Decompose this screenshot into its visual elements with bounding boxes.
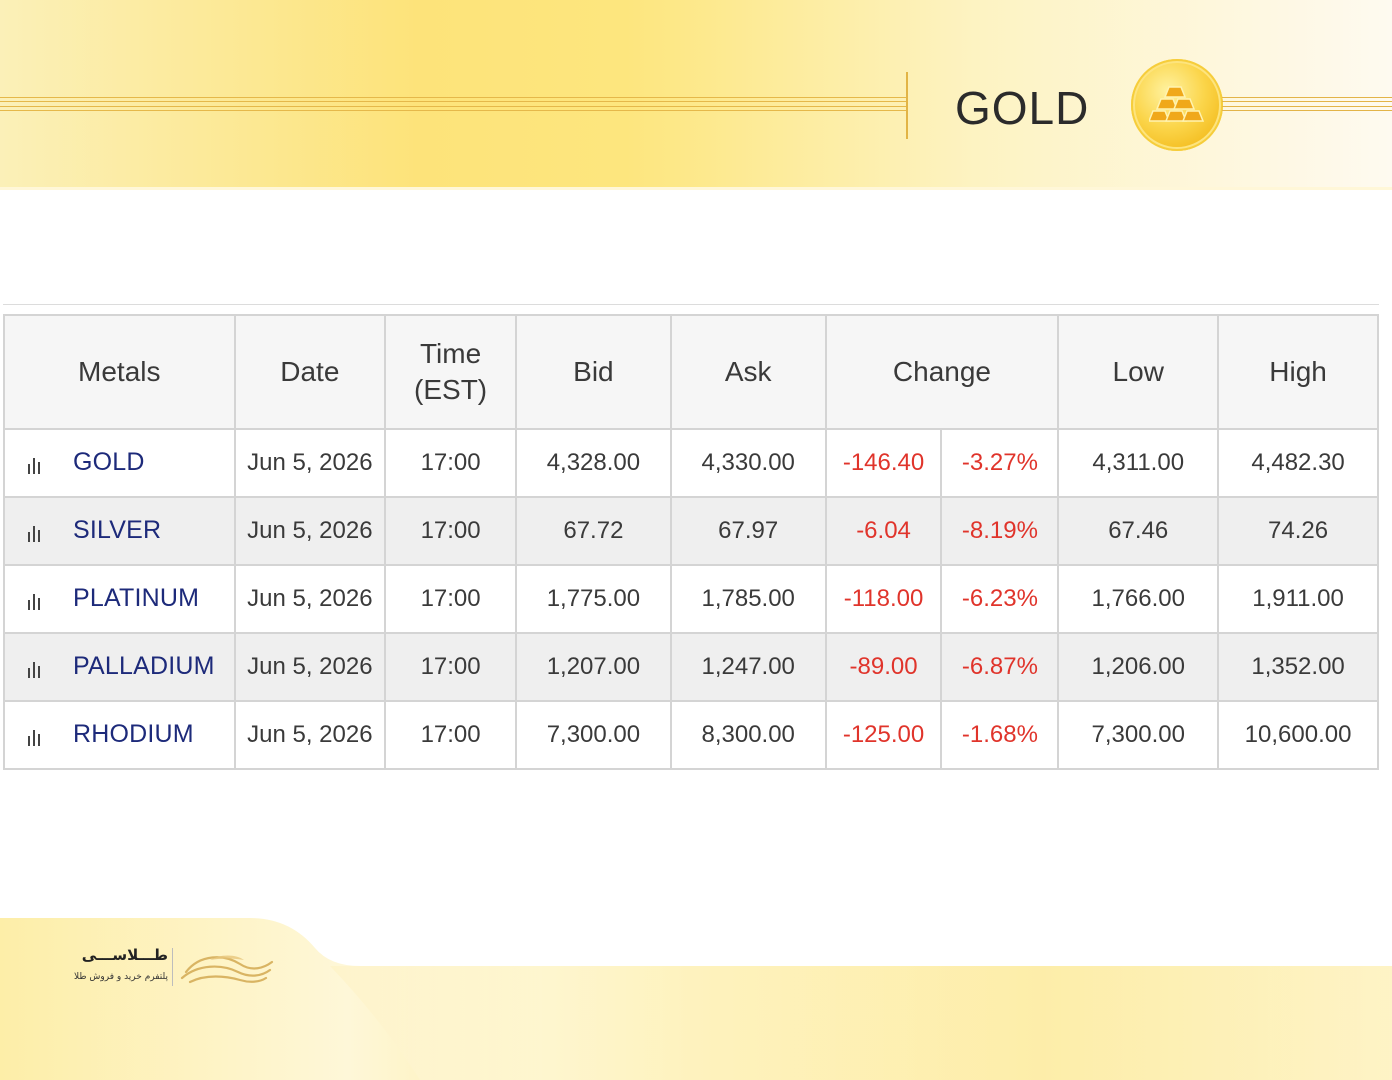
gold-wave-logo xyxy=(180,955,274,984)
date-cell: Jun 5, 2026 xyxy=(233,632,387,702)
high-cell: 1,352.00 xyxy=(1217,632,1379,702)
bid-cell: 67.72 xyxy=(515,496,672,566)
column-header-low: Low xyxy=(1057,314,1220,430)
metal-name-link[interactable]: RHODIUM xyxy=(73,720,194,749)
change-cell: -118.00 xyxy=(824,564,943,634)
table-row: PLATINUM Jun 5, 2026 17:00 1,775.00 1,785.00… xyxy=(3,564,1379,634)
column-header-metals: Metals xyxy=(3,314,236,430)
ask-cell: 1,247.00 xyxy=(669,632,827,702)
brand-name: طـــلاســـی xyxy=(81,946,168,964)
column-header-ask: Ask xyxy=(669,314,827,430)
gold-bars-icon xyxy=(1131,59,1223,151)
ask-cell: 67.97 xyxy=(669,496,827,566)
date-cell: Jun 5, 2026 xyxy=(233,428,387,498)
column-header-time: Time (EST) xyxy=(384,314,517,430)
change-pct-cell: -1.68% xyxy=(940,700,1060,770)
table-row: PALLADIUM Jun 5, 2026 17:00 1,207.00 1,247.0… xyxy=(3,632,1379,702)
metal-cell: RHODIUM xyxy=(3,700,236,770)
change-cell: -146.40 xyxy=(824,428,943,498)
table-header-row: Metals Date Time (EST) Bid Ask Change Lo… xyxy=(3,314,1379,430)
change-pct-cell: -6.23% xyxy=(940,564,1060,634)
date-cell: Jun 5, 2026 xyxy=(233,496,387,566)
time-cell: 17:00 xyxy=(384,700,517,770)
date-cell: Jun 5, 2026 xyxy=(233,564,387,634)
header-divider xyxy=(906,72,908,139)
brand-logo-block: طـــلاســـی پلتفرم خرید و فروش طلا xyxy=(60,944,280,992)
bar-chart-icon[interactable] xyxy=(27,660,43,678)
ask-cell: 4,330.00 xyxy=(669,428,827,498)
change-pct-cell: -6.87% xyxy=(940,632,1060,702)
change-cell: -6.04 xyxy=(824,496,943,566)
metal-cell: SILVER xyxy=(3,496,236,566)
metals-price-table-container: Metals Date Time (EST) Bid Ask Change Lo… xyxy=(3,304,1379,777)
change-cell: -125.00 xyxy=(824,700,943,770)
low-cell: 7,300.00 xyxy=(1057,700,1220,770)
time-cell: 17:00 xyxy=(384,564,517,634)
date-cell: Jun 5, 2026 xyxy=(233,700,387,770)
low-cell: 1,766.00 xyxy=(1057,564,1220,634)
column-header-change: Change xyxy=(824,314,1060,430)
time-cell: 17:00 xyxy=(384,496,517,566)
change-pct-cell: -3.27% xyxy=(940,428,1060,498)
metal-name-link[interactable]: PLATINUM xyxy=(73,584,199,613)
change-pct-cell: -8.19% xyxy=(940,496,1060,566)
metal-cell: PLATINUM xyxy=(3,564,236,634)
time-cell: 17:00 xyxy=(384,632,517,702)
bid-cell: 1,207.00 xyxy=(515,632,672,702)
page: GOLD Metals Date Time (EST) Bid Ask Chan… xyxy=(0,0,1392,1080)
time-cell: 17:00 xyxy=(384,428,517,498)
table-row: GOLD Jun 5, 2026 17:00 4,328.00 4,330.00 -146… xyxy=(3,428,1379,498)
bar-chart-icon[interactable] xyxy=(27,524,43,542)
metal-name-link[interactable]: SILVER xyxy=(73,516,161,545)
high-cell: 74.26 xyxy=(1217,496,1379,566)
column-header-bid: Bid xyxy=(515,314,672,430)
metal-cell: GOLD xyxy=(3,428,236,498)
brand-separator xyxy=(172,948,173,986)
low-cell: 4,311.00 xyxy=(1057,428,1220,498)
bar-chart-icon[interactable] xyxy=(27,592,43,610)
header-rule-right xyxy=(1222,97,1392,111)
high-cell: 1,911.00 xyxy=(1217,564,1379,634)
metal-name-link[interactable]: GOLD xyxy=(73,448,145,477)
table-row: RHODIUM Jun 5, 2026 17:00 7,300.00 8,300.00-… xyxy=(3,700,1379,770)
high-cell: 10,600.00 xyxy=(1217,700,1379,770)
column-header-time-label: Time (EST) xyxy=(414,338,488,405)
low-cell: 1,206.00 xyxy=(1057,632,1220,702)
column-header-date: Date xyxy=(233,314,387,430)
bid-cell: 7,300.00 xyxy=(515,700,672,770)
column-header-high: High xyxy=(1217,314,1379,430)
ask-cell: 8,300.00 xyxy=(669,700,827,770)
header-rule-left xyxy=(0,97,906,111)
ask-cell: 1,785.00 xyxy=(669,564,827,634)
metal-name-link[interactable]: PALLADIUM xyxy=(73,652,215,681)
high-cell: 4,482.30 xyxy=(1217,428,1379,498)
footer-banner xyxy=(0,918,1392,1080)
table-row: SILVER Jun 5, 2026 17:00 67.72 67.97 -6.04 -8.… xyxy=(3,496,1379,566)
bar-chart-icon[interactable] xyxy=(27,456,43,474)
brand-tagline: پلتفرم خرید و فروش طلا xyxy=(74,972,168,982)
metal-cell: PALLADIUM xyxy=(3,632,236,702)
bar-chart-icon[interactable] xyxy=(27,728,43,746)
low-cell: 67.46 xyxy=(1057,496,1220,566)
bid-cell: 4,328.00 xyxy=(515,428,672,498)
bid-cell: 1,775.00 xyxy=(515,564,672,634)
page-title: GOLD xyxy=(955,82,1090,134)
metals-price-table: Metals Date Time (EST) Bid Ask Change Lo… xyxy=(3,314,1379,770)
change-cell: -89.00 xyxy=(824,632,943,702)
